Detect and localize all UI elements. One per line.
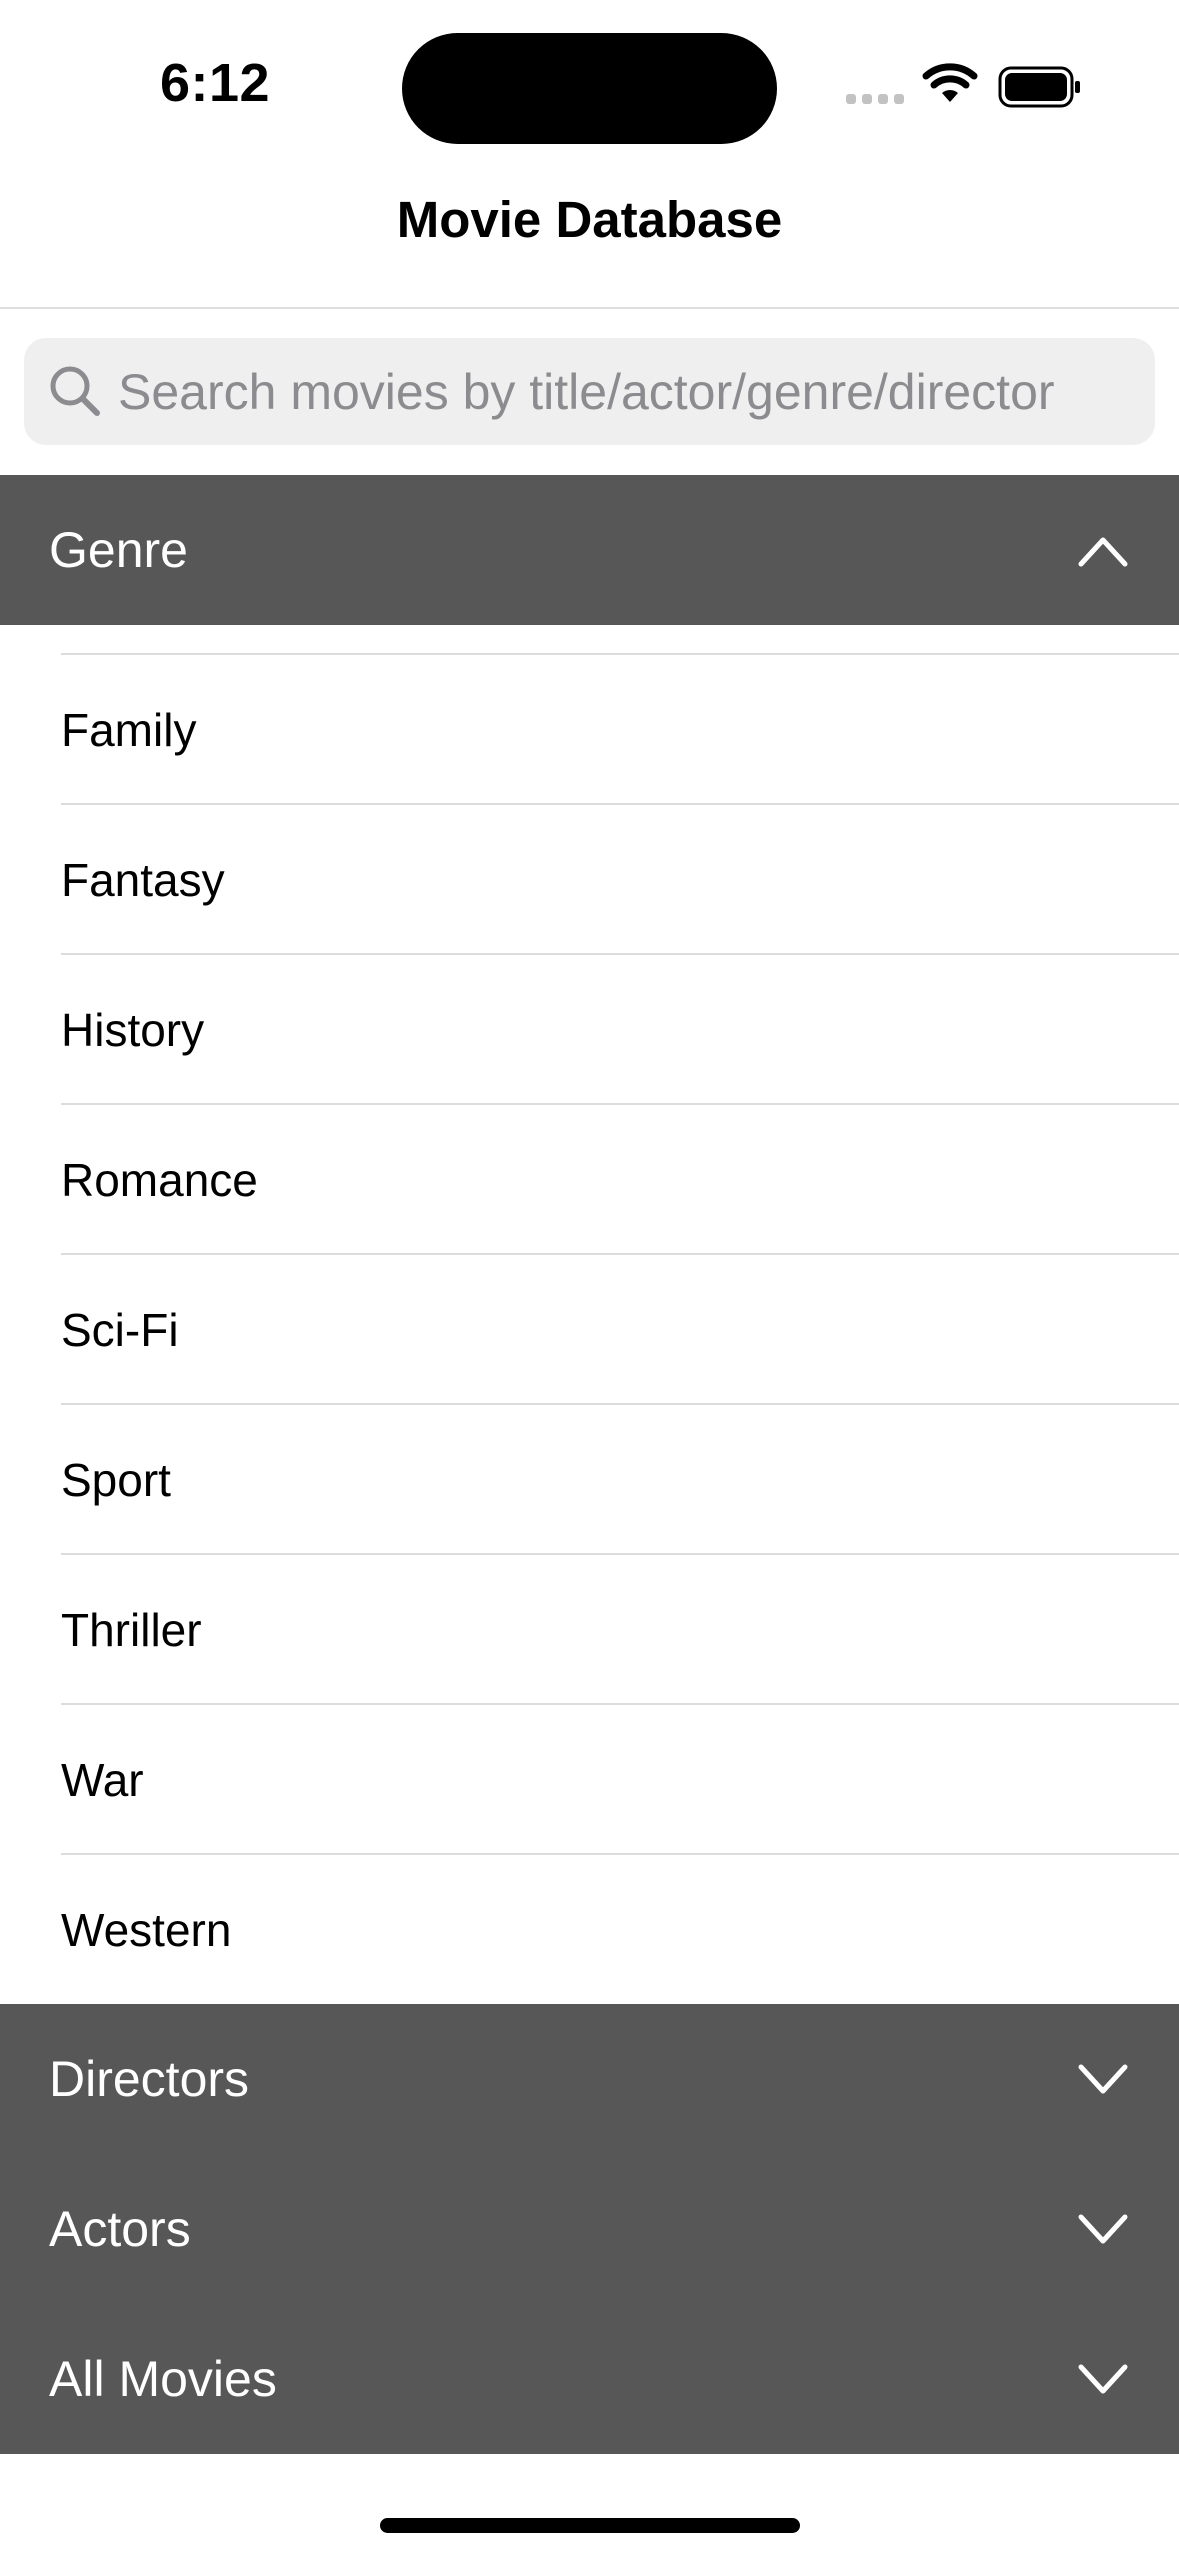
section-header-label: Genre xyxy=(49,522,188,578)
list-item-label: Romance xyxy=(61,1154,258,1206)
section-header-all-movies[interactable]: All Movies xyxy=(0,2304,1179,2454)
wifi-icon xyxy=(922,63,978,102)
section-header-genre[interactable]: Genre xyxy=(0,475,1179,625)
bottom-safe-area xyxy=(0,2454,1179,2556)
nav-divider xyxy=(0,307,1179,309)
genre-item-fantasy[interactable]: Fantasy xyxy=(0,805,1179,955)
battery-icon xyxy=(998,66,1080,108)
dynamic-island xyxy=(402,33,777,144)
genre-item-western[interactable]: Western xyxy=(0,1855,1179,2004)
list-item-label: War xyxy=(61,1754,144,1806)
search-input[interactable] xyxy=(118,338,1138,445)
list-item-label: Western xyxy=(61,1904,232,1956)
section-header-directors[interactable]: Directors xyxy=(0,2004,1179,2154)
genre-item-sci-fi[interactable]: Sci-Fi xyxy=(0,1255,1179,1405)
search-icon xyxy=(50,366,100,416)
chevron-down-icon xyxy=(1078,2064,1128,2094)
genre-item-history[interactable]: History xyxy=(0,955,1179,1105)
genre-item-family[interactable]: Family xyxy=(0,655,1179,805)
signal-icon xyxy=(846,94,906,108)
chevron-down-icon xyxy=(1078,2214,1128,2244)
chevron-down-icon xyxy=(1078,2364,1128,2394)
list-item-label: Fantasy xyxy=(61,854,225,906)
search-bar[interactable] xyxy=(24,338,1155,445)
section-header-actors[interactable]: Actors xyxy=(0,2154,1179,2304)
list-item-label: Sci-Fi xyxy=(61,1304,179,1356)
page-title: Movie Database xyxy=(396,191,783,248)
genre-item-war[interactable]: War xyxy=(0,1705,1179,1855)
genre-item-sport[interactable]: Sport xyxy=(0,1405,1179,1555)
status-bar: 6:12 xyxy=(0,0,1179,170)
section-header-label: Directors xyxy=(49,2051,250,2107)
list-item-label: Family xyxy=(61,704,197,756)
list-item-label: History xyxy=(61,1004,205,1056)
home-indicator[interactable] xyxy=(380,2518,800,2533)
section-header-label: Actors xyxy=(49,2201,191,2257)
genre-item-thriller[interactable]: Thriller xyxy=(0,1555,1179,1705)
status-time: 6:12 xyxy=(160,53,271,113)
list-item-label: Sport xyxy=(61,1454,171,1506)
chevron-up-icon xyxy=(1078,537,1128,567)
list-item-label: Thriller xyxy=(61,1604,202,1656)
section-header-label: All Movies xyxy=(49,2351,277,2407)
genre-item-romance[interactable]: Romance xyxy=(0,1105,1179,1255)
genre-list: Family Fantasy History Romance Sci-Fi Sp… xyxy=(0,626,1179,2004)
